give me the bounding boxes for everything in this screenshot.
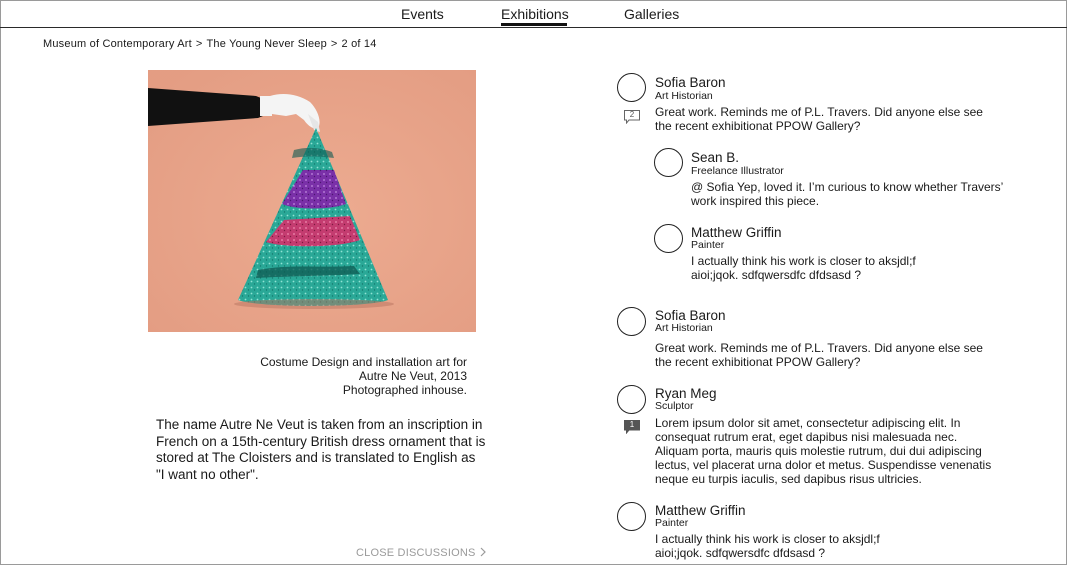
commenter-role: Painter	[691, 239, 725, 251]
commenter-name[interactable]: Sofia Baron	[655, 308, 726, 323]
reply-count: 1	[629, 420, 635, 429]
reply-count-badge[interactable]: 2	[624, 110, 640, 124]
commenter-name[interactable]: Sofia Baron	[655, 75, 726, 90]
breadcrumb-separator: >	[195, 38, 203, 50]
comment-text: Great work. Reminds me of P.L. Travers. …	[655, 341, 983, 369]
comment-text: I actually think his work is closer to a…	[691, 254, 916, 282]
caption-line: Costume Design and installation art for	[260, 355, 467, 369]
avatar[interactable]	[617, 73, 646, 102]
commenter-role: Art Historian	[655, 322, 713, 334]
avatar[interactable]	[617, 502, 646, 531]
avatar[interactable]	[654, 224, 683, 253]
glitter-cone-photo	[148, 70, 476, 332]
avatar[interactable]	[617, 385, 646, 414]
artwork-description: The name Autre Ne Veut is taken from an …	[156, 417, 486, 482]
caption-line: Photographed inhouse.	[342, 383, 467, 397]
commenter-name[interactable]: Ryan Meg	[655, 386, 717, 401]
breadcrumb: Museum of Contemporary Art > The Young Nev…	[43, 38, 377, 50]
tab-galleries[interactable]: Galleries	[624, 6, 679, 22]
top-nav: Events Exhibitions Galleries	[0, 0, 1067, 28]
avatar[interactable]	[654, 148, 683, 177]
avatar[interactable]	[617, 307, 646, 336]
commenter-role: Sculptor	[655, 400, 694, 412]
commenter-name[interactable]: Sean B.	[691, 150, 739, 165]
commenter-role: Freelance Illustrator	[691, 165, 784, 177]
commenter-role: Painter	[655, 517, 689, 529]
breadcrumb-position: 2 of 14	[341, 38, 377, 50]
tab-events[interactable]: Events	[401, 6, 444, 22]
reply-count-badge[interactable]: 1	[624, 420, 640, 434]
breadcrumb-exhibition[interactable]: The Young Never Sleep	[207, 38, 327, 50]
tab-exhibitions[interactable]: Exhibitions	[501, 6, 569, 22]
artwork-image	[148, 70, 476, 332]
comment-text: Lorem ipsum dolor sit amet, consectetur …	[655, 416, 992, 486]
caption-line: Autre Ne Veut, 2013	[358, 369, 467, 383]
commenter-name[interactable]: Matthew Griffin	[655, 503, 746, 518]
active-tab-indicator	[501, 23, 567, 26]
close-discussions-label: CLOSE DISCUSSIONS	[356, 547, 476, 559]
comment-text: @ Sofia Yep, loved it. I’m curious to kn…	[691, 180, 1003, 208]
close-discussions-link[interactable]: CLOSE DISCUSSIONS	[356, 547, 486, 560]
comment-text: Great work. Reminds me of P.L. Travers. …	[655, 105, 983, 133]
commenter-role: Art Historian	[655, 90, 713, 102]
breadcrumb-museum[interactable]: Museum of Contemporary Art	[43, 38, 192, 50]
artwork-caption: Costume Design and installation art for …	[200, 355, 467, 397]
reply-count: 2	[629, 110, 635, 119]
breadcrumb-separator: >	[330, 38, 338, 50]
commenter-name[interactable]: Matthew Griffin	[691, 225, 782, 240]
chevron-right-icon	[480, 547, 486, 560]
comment-text: I actually think his work is closer to a…	[655, 532, 880, 560]
